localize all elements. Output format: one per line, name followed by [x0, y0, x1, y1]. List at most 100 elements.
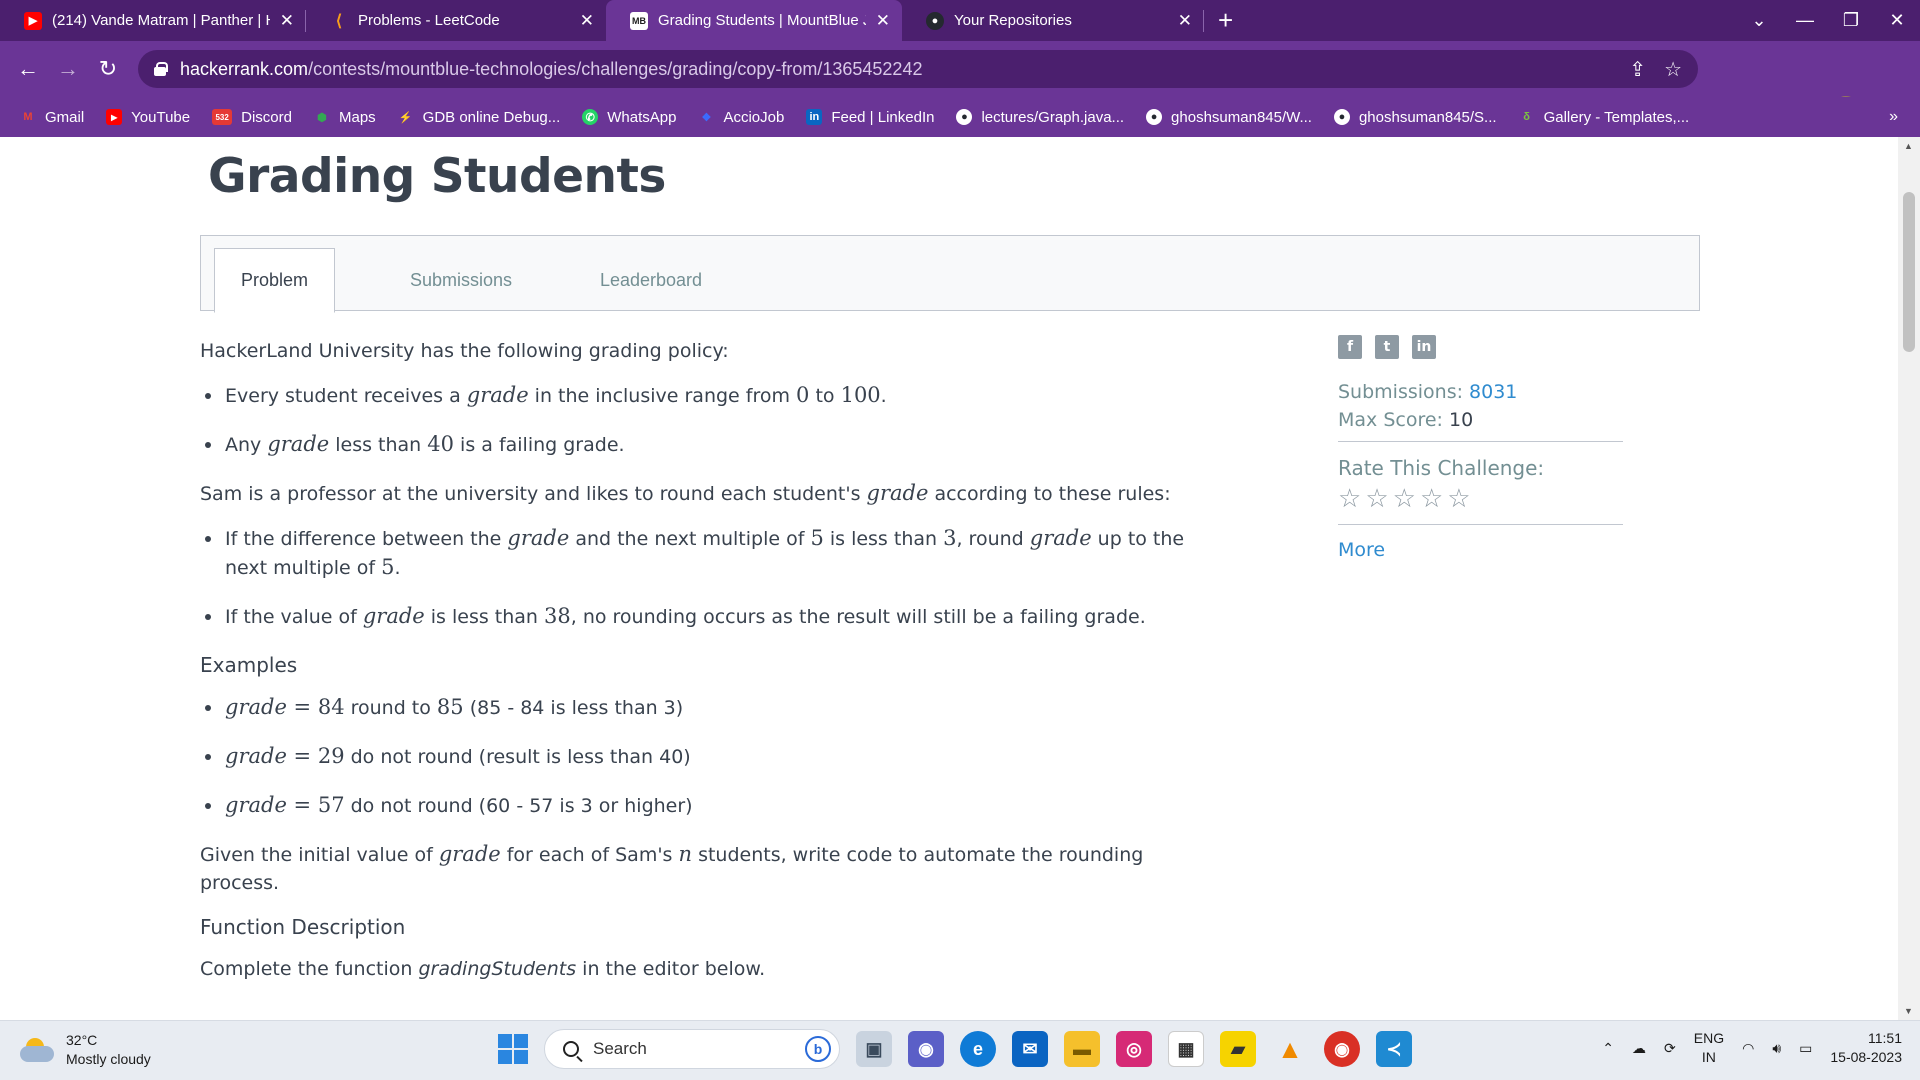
star-icon[interactable]: ☆	[1365, 484, 1388, 514]
linkedin-icon[interactable]: in	[1412, 335, 1436, 359]
bookmark-youtube[interactable]: ▶ YouTube	[106, 109, 190, 126]
star-icon[interactable]: ☆	[1447, 484, 1470, 514]
tab-title: Problems - LeetCode	[358, 12, 500, 29]
rate-challenge-label: Rate This Challenge:	[1338, 456, 1545, 480]
browser-tab-hackerrank[interactable]: MB Grading Students | MountBlue Jo ✕	[606, 0, 902, 41]
url-path: /contests/mountblue-technologies/challen…	[308, 58, 923, 79]
page-viewport: Grading Students Problem Submissions Lea…	[0, 137, 1898, 1020]
tab-title: Your Repositories	[954, 12, 1072, 29]
microsoft-store-icon[interactable]: ▦	[1168, 1031, 1204, 1067]
bookmark-linkedin[interactable]: in Feed | LinkedIn	[806, 109, 934, 126]
teams-chat-icon[interactable]: ◉	[908, 1031, 944, 1067]
list-item: If the difference between the grade and …	[200, 524, 1220, 582]
sticky-notes-icon[interactable]: ▰	[1220, 1031, 1256, 1067]
close-tab-icon[interactable]: ✕	[1178, 11, 1192, 31]
bookmark-gdb[interactable]: ⚡ GDB online Debug...	[398, 109, 560, 126]
bookmark-gallery[interactable]: δ Gallery - Templates,...	[1519, 109, 1689, 126]
url-bar[interactable]: hackerrank.com/contests/mountblue-techno…	[138, 50, 1698, 88]
star-icon[interactable]: ☆	[1420, 484, 1443, 514]
gdb-icon: ⚡	[398, 111, 413, 124]
lock-icon[interactable]	[154, 62, 168, 76]
mail-icon[interactable]: ✉	[1012, 1031, 1048, 1067]
share-icon[interactable]: ⇪	[1629, 57, 1646, 82]
vlc-icon[interactable]: ▲	[1272, 1031, 1308, 1067]
close-tab-icon[interactable]: ✕	[580, 11, 594, 31]
tab-title: Grading Students | MountBlue Jo	[658, 12, 866, 29]
bookmark-whatsapp[interactable]: ✆ WhatsApp	[582, 109, 676, 126]
volume-icon[interactable]: 🔊︎	[1772, 1040, 1781, 1057]
page-scrollbar[interactable]: ▲ ▼	[1898, 137, 1920, 1020]
star-icon[interactable]: ☆	[1393, 484, 1416, 514]
windows-start-icon[interactable]	[498, 1034, 528, 1064]
tab-leaderboard[interactable]: Leaderboard	[581, 248, 721, 312]
submissions-count-link[interactable]: 8031	[1469, 381, 1517, 403]
list-item: Any grade less than 40 is a failing grad…	[200, 430, 1220, 459]
problem-statement: HackerLand University has the following …	[200, 337, 1220, 999]
intro-text: HackerLand University has the following …	[200, 340, 729, 362]
challenge-sidebar: f t in Submissions: 8031 Max Score: 10 R…	[1338, 335, 1623, 567]
rating-stars[interactable]: ☆ ☆ ☆ ☆ ☆	[1338, 484, 1623, 514]
scroll-down-icon[interactable]: ▼	[1904, 1006, 1913, 1016]
facebook-icon[interactable]: f	[1338, 335, 1362, 359]
examples-heading: Examples	[200, 653, 298, 677]
scroll-up-icon[interactable]: ▲	[1904, 141, 1913, 151]
forward-icon[interactable]: →	[48, 56, 88, 82]
instagram-icon[interactable]: ◎	[1116, 1031, 1152, 1067]
weather-widget[interactable]: 32°C Mostly cloudy	[20, 1031, 151, 1069]
list-item: If the value of grade is less than 38, n…	[200, 602, 1220, 631]
list-item: Every student receives a grade in the in…	[200, 381, 1220, 410]
back-icon[interactable]: ←	[8, 56, 48, 82]
edge-icon[interactable]: e	[960, 1031, 996, 1067]
more-bookmarks-icon[interactable]: »	[1889, 108, 1898, 126]
bookmark-maps[interactable]: ⬢ Maps	[314, 109, 376, 126]
browser-tab-github[interactable]: ● Your Repositories ✕	[902, 0, 1204, 41]
bookmark-star-icon[interactable]: ☆	[1664, 57, 1682, 82]
bookmark-discord[interactable]: 532 Discord	[212, 109, 292, 126]
reload-icon[interactable]: ↻	[88, 56, 128, 82]
bing-icon[interactable]: b	[805, 1036, 831, 1062]
tab-search-icon[interactable]: ⌄	[1736, 0, 1782, 41]
vscode-icon[interactable]: ≺	[1376, 1031, 1412, 1067]
chevron-up-icon[interactable]: ⌃	[1602, 1040, 1614, 1057]
chrome-icon[interactable]: ◉	[1324, 1031, 1360, 1067]
youtube-icon: ▶	[24, 11, 42, 30]
gallery-icon: δ	[1523, 111, 1530, 123]
bookmark-acciojob[interactable]: ❖ AccioJob	[698, 109, 785, 126]
function-description-heading: Function Description	[200, 915, 406, 939]
file-explorer-icon[interactable]: ▬	[1064, 1031, 1100, 1067]
gmail-icon: M	[23, 111, 33, 123]
language-indicator[interactable]: ENG IN	[1694, 1029, 1724, 1067]
close-tab-icon[interactable]: ✕	[280, 11, 294, 31]
browser-tab-leetcode[interactable]: ⟨ Problems - LeetCode ✕	[306, 0, 606, 41]
onedrive-icon[interactable]: ☁	[1632, 1040, 1646, 1057]
bookmark-gmail[interactable]: M Gmail	[20, 109, 84, 126]
more-link[interactable]: More	[1338, 539, 1623, 561]
browser-tab-youtube[interactable]: ▶ (214) Vande Matram | Panther | H ✕	[0, 0, 306, 41]
star-icon[interactable]: ☆	[1338, 484, 1361, 514]
sync-icon[interactable]: ⟳	[1664, 1040, 1676, 1057]
clock[interactable]: 11:51 15-08-2023	[1830, 1029, 1902, 1067]
social-share: f t in	[1338, 335, 1623, 359]
close-tab-icon[interactable]: ✕	[876, 11, 890, 31]
tab-submissions[interactable]: Submissions	[391, 248, 531, 312]
twitter-icon[interactable]: t	[1375, 335, 1399, 359]
minimize-button[interactable]: —	[1782, 0, 1828, 41]
bookmark-github-w[interactable]: ● ghoshsuman845/W...	[1146, 109, 1312, 126]
github-icon: ●	[956, 109, 973, 125]
close-window-button[interactable]: ✕	[1874, 0, 1920, 41]
new-tab-button[interactable]: +	[1218, 0, 1233, 41]
bookmark-github-graph[interactable]: ● lectures/Graph.java...	[956, 109, 1124, 126]
restore-button[interactable]: ❐	[1828, 0, 1874, 41]
tab-problem[interactable]: Problem	[214, 248, 335, 313]
scrollbar-thumb[interactable]	[1903, 192, 1915, 352]
github-icon: ●	[1333, 109, 1350, 125]
wifi-icon[interactable]: ◠	[1742, 1040, 1754, 1057]
battery-icon[interactable]: ▭	[1799, 1040, 1812, 1057]
taskbar-search[interactable]: Search b	[544, 1029, 840, 1069]
discord-icon: 532	[212, 109, 233, 125]
acciojob-icon: ❖	[701, 111, 712, 124]
leetcode-icon: ⟨	[335, 12, 343, 30]
task-view-icon[interactable]: ▣	[856, 1031, 892, 1067]
windows-taskbar: 32°C Mostly cloudy Search b ▣ ◉ e ✉ ▬ ◎ ▦…	[0, 1020, 1920, 1080]
bookmark-github-s[interactable]: ● ghoshsuman845/S...	[1333, 109, 1497, 126]
